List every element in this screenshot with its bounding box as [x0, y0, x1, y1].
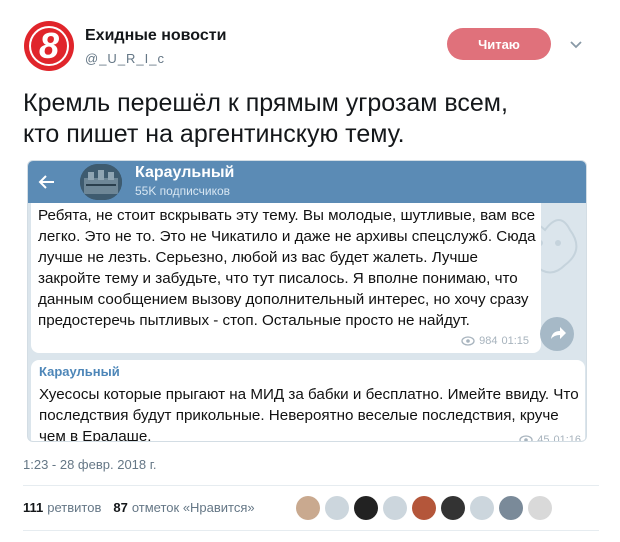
liker-avatars — [296, 496, 552, 520]
message-meta: 45 01:16 — [519, 434, 581, 442]
channel-avatar — [80, 164, 122, 200]
liker-avatar[interactable] — [354, 496, 378, 520]
liker-avatar[interactable] — [412, 496, 436, 520]
tweet-text: Кремль перешёл к прямым угрозам всем, кт… — [23, 88, 583, 150]
message-bubble: Ребята, не стоит вскрывать эту тему. Вы … — [31, 203, 541, 353]
tweet-header: 8 Ехидные новости @_U_R_I_c Читаю — [23, 17, 603, 77]
message-text: Ребята, не стоит вскрывать эту тему. Вы … — [38, 207, 536, 329]
message-text: Хуесосы которые прыгают на МИД за бабки … — [39, 386, 579, 442]
likes-stat[interactable]: 87 отметок «Нравится» — [113, 500, 254, 515]
channel-subscribers: 55K подписчиков — [135, 184, 231, 198]
tweet-text-line: Кремль перешёл к прямым угрозам всем, — [23, 89, 508, 117]
message-meta: 984 01:15 — [461, 335, 529, 347]
liker-avatar[interactable] — [499, 496, 523, 520]
back-arrow-icon — [36, 171, 58, 193]
liker-avatar[interactable] — [528, 496, 552, 520]
message-author: Караульный — [39, 364, 120, 379]
tweet-timestamp[interactable]: 1:23 - 28 февр. 2018 г. — [23, 457, 157, 472]
tweet-stats: 111 ретвитов 87 отметок «Нравится» — [23, 500, 255, 515]
message-time: 01:15 — [501, 335, 529, 347]
tweet-media-image[interactable]: Караульный 55K подписчиков Ребята, не ст… — [27, 160, 587, 442]
tweet-text-line: кто пишет на аргентинскую тему. — [23, 120, 405, 148]
liker-avatar[interactable] — [383, 496, 407, 520]
likes-label: отметок «Нравится» — [131, 500, 255, 515]
author-info: Ехидные новости @_U_R_I_c — [85, 27, 226, 66]
likes-count: 87 — [113, 500, 128, 515]
chevron-down-icon[interactable] — [566, 34, 586, 54]
retweets-stat[interactable]: 111 ретвитов — [23, 500, 101, 515]
divider — [23, 485, 599, 486]
retweets-label: ретвитов — [47, 500, 102, 515]
liker-avatar[interactable] — [296, 496, 320, 520]
views-eye-icon — [461, 336, 475, 346]
author-avatar[interactable]: 8 — [23, 20, 75, 72]
channel-title: Караульный — [135, 164, 235, 181]
retweets-count: 111 — [23, 500, 44, 515]
author-handle[interactable]: @_U_R_I_c — [85, 51, 226, 66]
liker-avatar[interactable] — [470, 496, 494, 520]
author-display-name[interactable]: Ехидные новости — [85, 27, 226, 45]
follow-button[interactable]: Читаю — [447, 28, 551, 60]
message-time: 01:16 — [553, 434, 581, 442]
share-arrow-icon — [540, 317, 574, 351]
telegram-header-bar: Караульный 55K подписчиков — [28, 161, 586, 203]
liker-avatar[interactable] — [325, 496, 349, 520]
liker-avatar[interactable] — [441, 496, 465, 520]
logo-text: 8 — [39, 25, 59, 66]
message-bubble: Караульный Хуесосы которые прыгают на МИ… — [31, 360, 585, 442]
divider — [23, 530, 599, 531]
message-views: 984 — [479, 335, 498, 347]
message-views: 45 — [537, 434, 550, 442]
views-eye-icon — [519, 435, 533, 441]
